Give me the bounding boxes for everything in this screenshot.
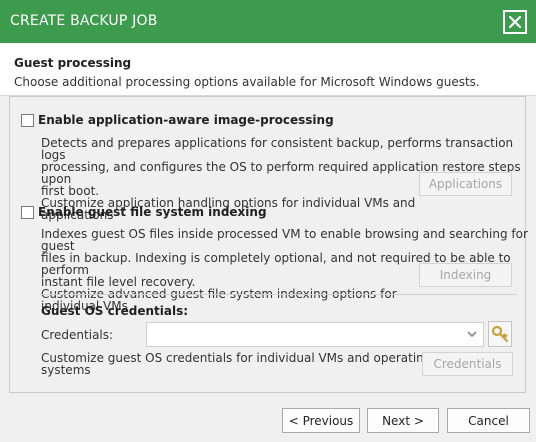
next-button[interactable]: Next > <box>367 408 439 433</box>
description-line: Indexes guest OS files inside processed … <box>41 227 528 253</box>
applications-button[interactable]: Applications <box>419 172 512 196</box>
close-button[interactable] <box>503 10 527 34</box>
indexing-label[interactable]: Enable guest file system indexing <box>38 205 267 219</box>
credentials-description: Customize guest OS credentials for indiv… <box>41 352 431 376</box>
indexing-button[interactable]: Indexing <box>419 263 512 287</box>
credentials-select[interactable] <box>146 322 484 347</box>
manage-credentials-button[interactable] <box>488 321 512 347</box>
credentials-button[interactable]: Credentials <box>422 352 513 376</box>
title-bar: CREATE BACKUP JOB <box>0 0 536 43</box>
description-line: systems <box>41 363 91 377</box>
cancel-button[interactable]: Cancel <box>447 408 530 433</box>
step-header: Guest processing Choose additional proce… <box>0 43 536 96</box>
divider <box>40 294 517 295</box>
step-title: Guest processing <box>14 56 132 70</box>
chevron-down-icon <box>467 331 477 338</box>
app-aware-checkbox[interactable] <box>21 114 34 127</box>
window-title: CREATE BACKUP JOB <box>10 13 158 29</box>
credentials-label: Credentials: <box>41 328 114 342</box>
step-subtitle: Choose additional processing options ava… <box>14 75 480 89</box>
previous-button[interactable]: < Previous <box>282 408 360 433</box>
description-line: Detects and prepares applications for co… <box>41 136 514 162</box>
credentials-heading: Guest OS credentials: <box>41 304 189 318</box>
description-line: Customize guest OS credentials for indiv… <box>41 351 432 365</box>
app-aware-label[interactable]: Enable application-aware image-processin… <box>38 113 334 127</box>
key-icon <box>491 325 509 343</box>
indexing-checkbox[interactable] <box>21 206 34 219</box>
close-icon <box>509 16 521 28</box>
